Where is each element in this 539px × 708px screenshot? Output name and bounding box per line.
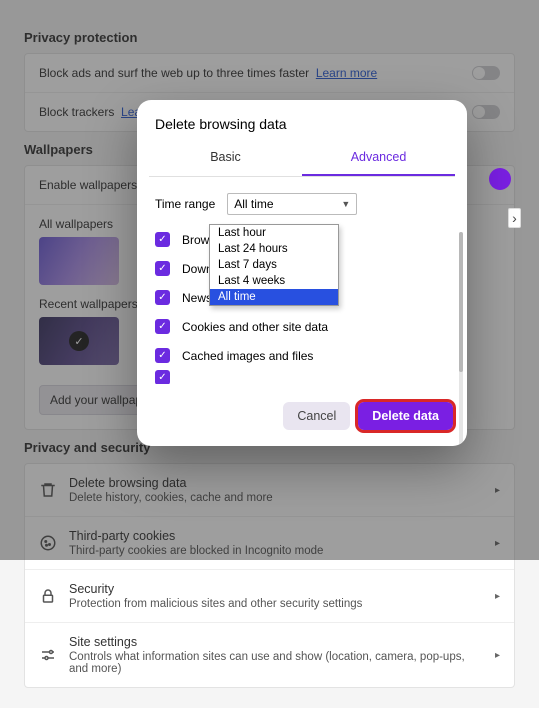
dialog-title: Delete browsing data xyxy=(137,100,467,142)
site-settings-row[interactable]: Site settingsControls what information s… xyxy=(25,623,514,687)
time-range-label: Time range xyxy=(155,197,215,211)
time-range-select[interactable]: All time ▼ xyxy=(227,193,357,215)
scrollbar[interactable] xyxy=(459,232,463,446)
checkbox-checked-icon[interactable]: ✓ xyxy=(155,370,170,384)
option-last-hour[interactable]: Last hour xyxy=(210,225,338,241)
sliders-icon xyxy=(39,646,57,664)
chevron-right-icon: ▸ xyxy=(495,591,500,602)
scrollbar-thumb[interactable] xyxy=(459,232,463,372)
scroll-right-icon[interactable]: › xyxy=(508,208,521,228)
checkbox-checked-icon[interactable]: ✓ xyxy=(155,261,170,276)
delete-data-button[interactable]: Delete data xyxy=(358,402,453,430)
select-value: All time xyxy=(234,197,273,211)
option-last-7-days[interactable]: Last 7 days xyxy=(210,257,338,273)
checkbox-row[interactable]: ✓Cached images and files xyxy=(155,341,449,370)
lock-icon xyxy=(39,587,57,605)
delete-browsing-data-dialog: Delete browsing data Basic Advanced Time… xyxy=(137,100,467,446)
dialog-tabs: Basic Advanced xyxy=(149,142,455,177)
time-range-dropdown: Last hour Last 24 hours Last 7 days Last… xyxy=(209,224,339,306)
option-last-24-hours[interactable]: Last 24 hours xyxy=(210,241,338,257)
checkbox-row-partial[interactable]: ✓ xyxy=(155,370,449,384)
option-last-4-weeks[interactable]: Last 4 weeks xyxy=(210,273,338,289)
tab-advanced[interactable]: Advanced xyxy=(302,142,455,176)
cancel-button[interactable]: Cancel xyxy=(283,402,350,430)
checkbox-checked-icon[interactable]: ✓ xyxy=(155,319,170,334)
checkbox-row[interactable]: ✓Cookies and other site data xyxy=(155,312,449,341)
security-row[interactable]: SecurityProtection from malicious sites … xyxy=(25,570,514,623)
checkbox-checked-icon[interactable]: ✓ xyxy=(155,232,170,247)
chevron-down-icon: ▼ xyxy=(341,199,350,209)
checkbox-checked-icon[interactable]: ✓ xyxy=(155,290,170,305)
tab-basic[interactable]: Basic xyxy=(149,142,302,176)
chevron-right-icon: ▸ xyxy=(495,650,500,661)
option-all-time[interactable]: All time xyxy=(210,289,338,305)
accent-circle xyxy=(489,168,511,190)
checkbox-checked-icon[interactable]: ✓ xyxy=(155,348,170,363)
